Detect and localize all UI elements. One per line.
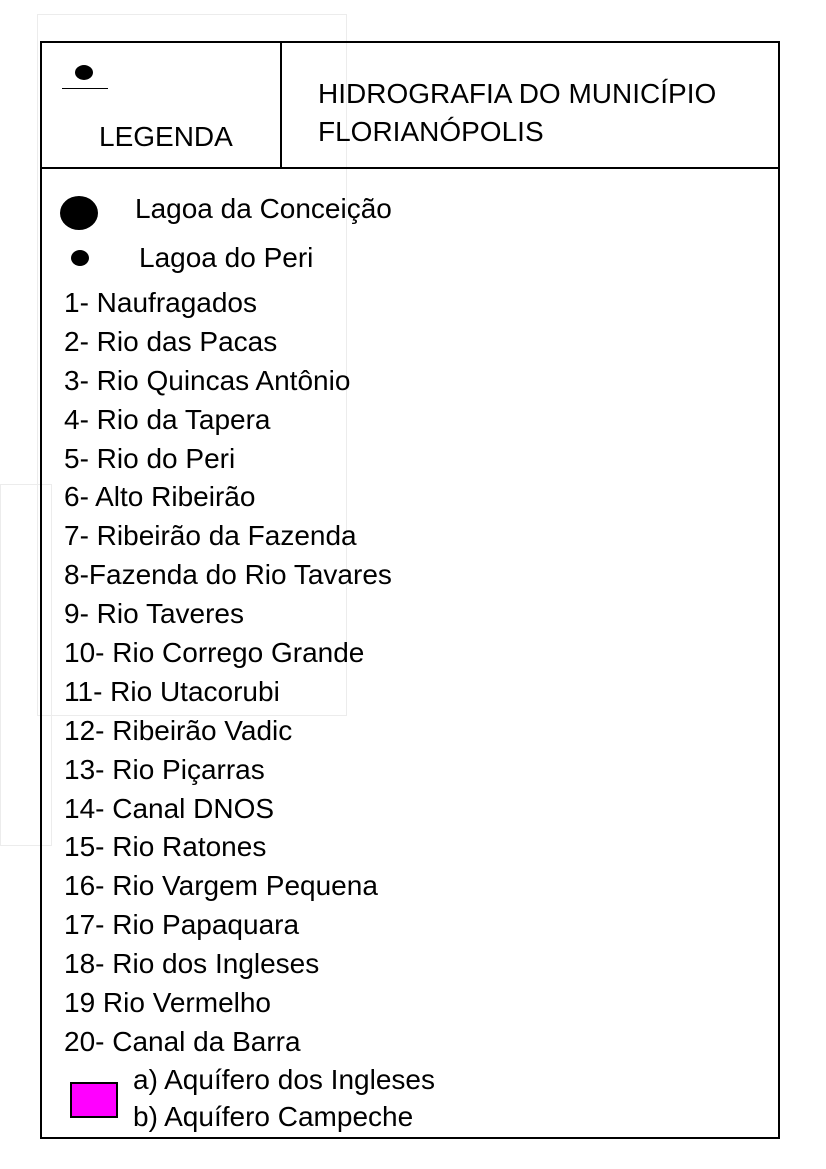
map-title-line2: FLORIANÓPOLIS xyxy=(318,116,544,147)
list-item: 8-Fazenda do Rio Tavares xyxy=(64,559,392,591)
map-title: HIDROGRAFIA DO MUNICÍPIO FLORIANÓPOLIS xyxy=(318,75,716,151)
list-item: 19 Rio Vermelho xyxy=(64,987,272,1019)
list-item: 3- Rio Quincas Antônio xyxy=(64,364,351,396)
north-marker-line xyxy=(62,88,108,89)
list-item: 16- Rio Vargem Pequena xyxy=(64,870,378,902)
aquifer-label-b: b) Aquífero Campeche xyxy=(133,1101,414,1132)
aquifer-label-a: a) Aquífero dos Ingleses xyxy=(133,1064,435,1095)
legend-header-left: LEGENDA xyxy=(42,43,282,167)
north-marker-icon xyxy=(75,65,93,80)
aquifer-swatch xyxy=(70,1082,118,1118)
list-item: 12- Ribeirão Vadic xyxy=(64,714,293,746)
list-item: 5- Rio do Peri xyxy=(64,442,236,474)
list-item: 14- Canal DNOS xyxy=(64,792,275,824)
river-list: 1- Naufragados 2- Rio das Pacas 3- Rio Q… xyxy=(64,284,392,1062)
list-item: 2- Rio das Pacas xyxy=(64,325,278,357)
list-item: 15- Rio Ratones xyxy=(64,831,267,863)
small-circle-icon xyxy=(71,250,89,266)
map-title-line1: HIDROGRAFIA DO MUNICÍPIO xyxy=(318,78,717,109)
list-item: 20- Canal da Barra xyxy=(64,1025,301,1057)
legend-header: LEGENDA HIDROGRAFIA DO MUNICÍPIO FLORIAN… xyxy=(42,43,778,169)
list-item: 11- Rio Utacorubi xyxy=(64,675,280,707)
list-item: 18- Rio dos Ingleses xyxy=(64,948,320,980)
lake-label: Lagoa da Conceição xyxy=(135,193,392,224)
list-item: 6- Alto Ribeirão xyxy=(64,481,256,513)
list-item: 17- Rio Papaquara xyxy=(64,909,300,941)
list-item: 7- Ribeirão da Fazenda xyxy=(64,520,357,552)
list-item: 9- Rio Taveres xyxy=(64,598,245,630)
large-circle-icon xyxy=(60,196,98,230)
legend-label: LEGENDA xyxy=(99,121,233,152)
lake-label: Lagoa do Peri xyxy=(139,242,314,273)
list-item: 13- Rio Piçarras xyxy=(64,753,265,785)
legend-box: LEGENDA HIDROGRAFIA DO MUNICÍPIO FLORIAN… xyxy=(40,41,780,1139)
list-item: 10- Rio Corrego Grande xyxy=(64,637,365,669)
list-item: 4- Rio da Tapera xyxy=(64,403,271,435)
list-item: 1- Naufragados xyxy=(64,287,258,318)
